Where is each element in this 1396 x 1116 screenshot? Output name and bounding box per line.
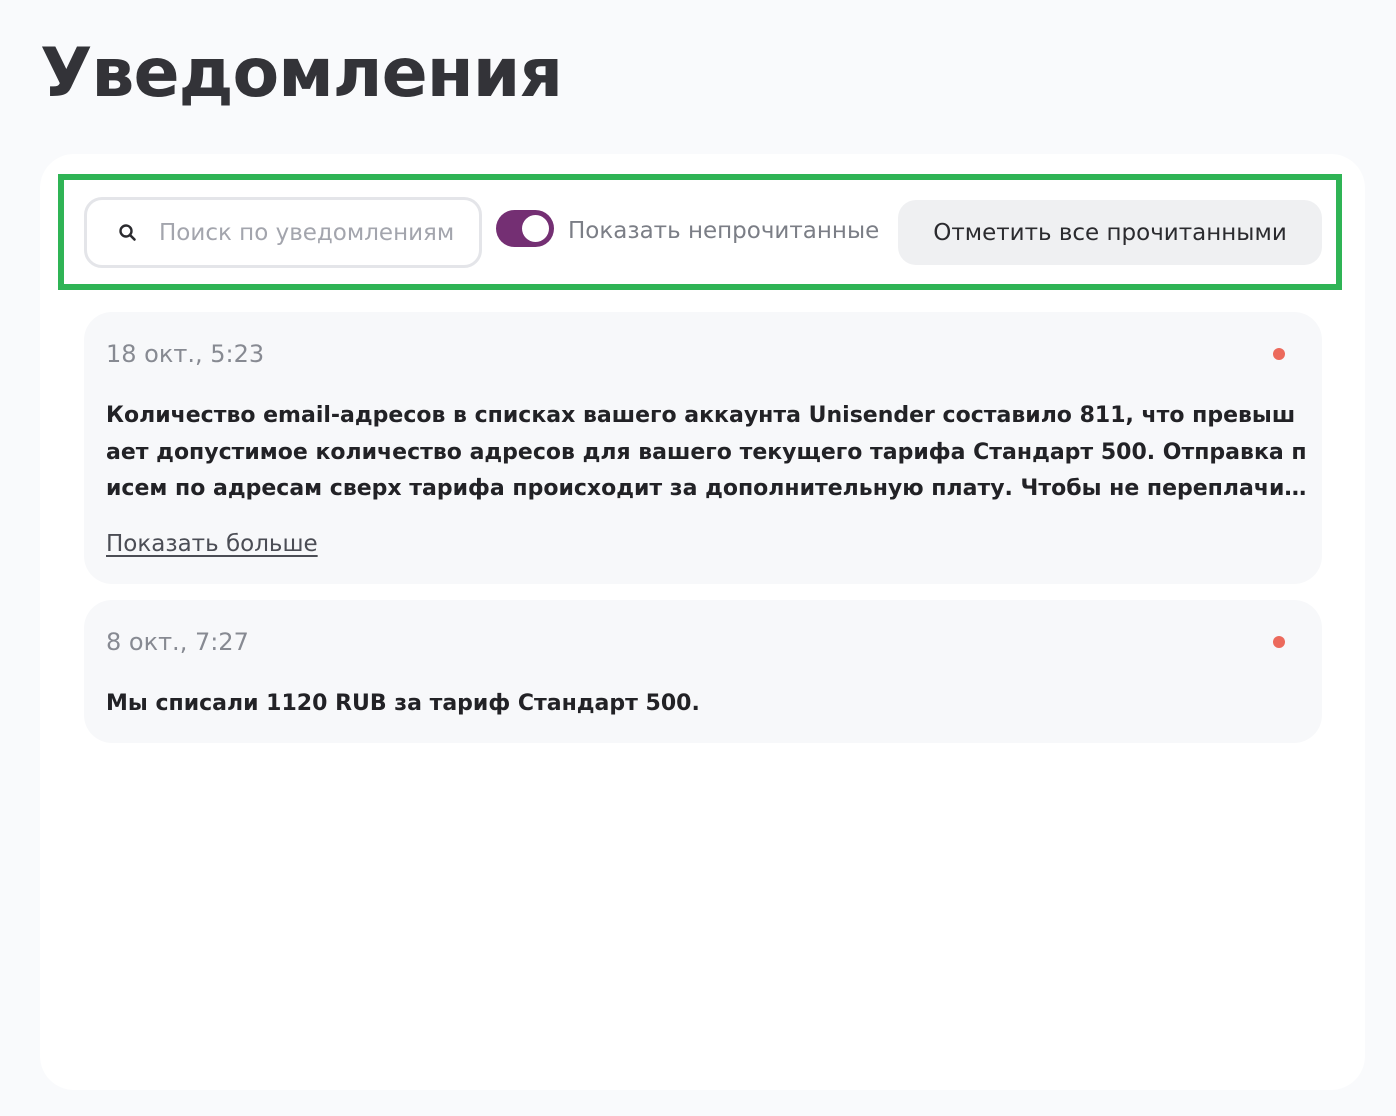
notification-card: 18 окт., 5:23 Количество email-адресов в…: [84, 312, 1322, 584]
unread-toggle[interactable]: [496, 210, 554, 247]
unread-dot-icon: [1273, 348, 1285, 360]
notification-text: Количество email-адресов в списках вашег…: [106, 403, 1307, 501]
unread-toggle-label[interactable]: Показать непрочитанные: [568, 214, 879, 248]
mark-all-read-button[interactable]: Отметить все прочитанными: [898, 200, 1322, 265]
search-icon: [117, 222, 139, 244]
search-input[interactable]: [159, 212, 455, 254]
search-field[interactable]: [84, 197, 482, 268]
notification-card: 8 окт., 7:27 Мы списали 1120 RUB за тари…: [84, 600, 1322, 743]
notification-date: 18 окт., 5:23: [106, 340, 265, 368]
unread-dot-icon: [1273, 636, 1285, 648]
page-title: Уведомления: [40, 34, 563, 113]
show-more-link[interactable]: Показать больше: [106, 528, 318, 560]
notification-text: Мы списали 1120 RUB за тариф Стандарт 50…: [106, 691, 700, 716]
notification-date: 8 окт., 7:27: [106, 628, 249, 656]
toggle-knob: [522, 215, 549, 242]
